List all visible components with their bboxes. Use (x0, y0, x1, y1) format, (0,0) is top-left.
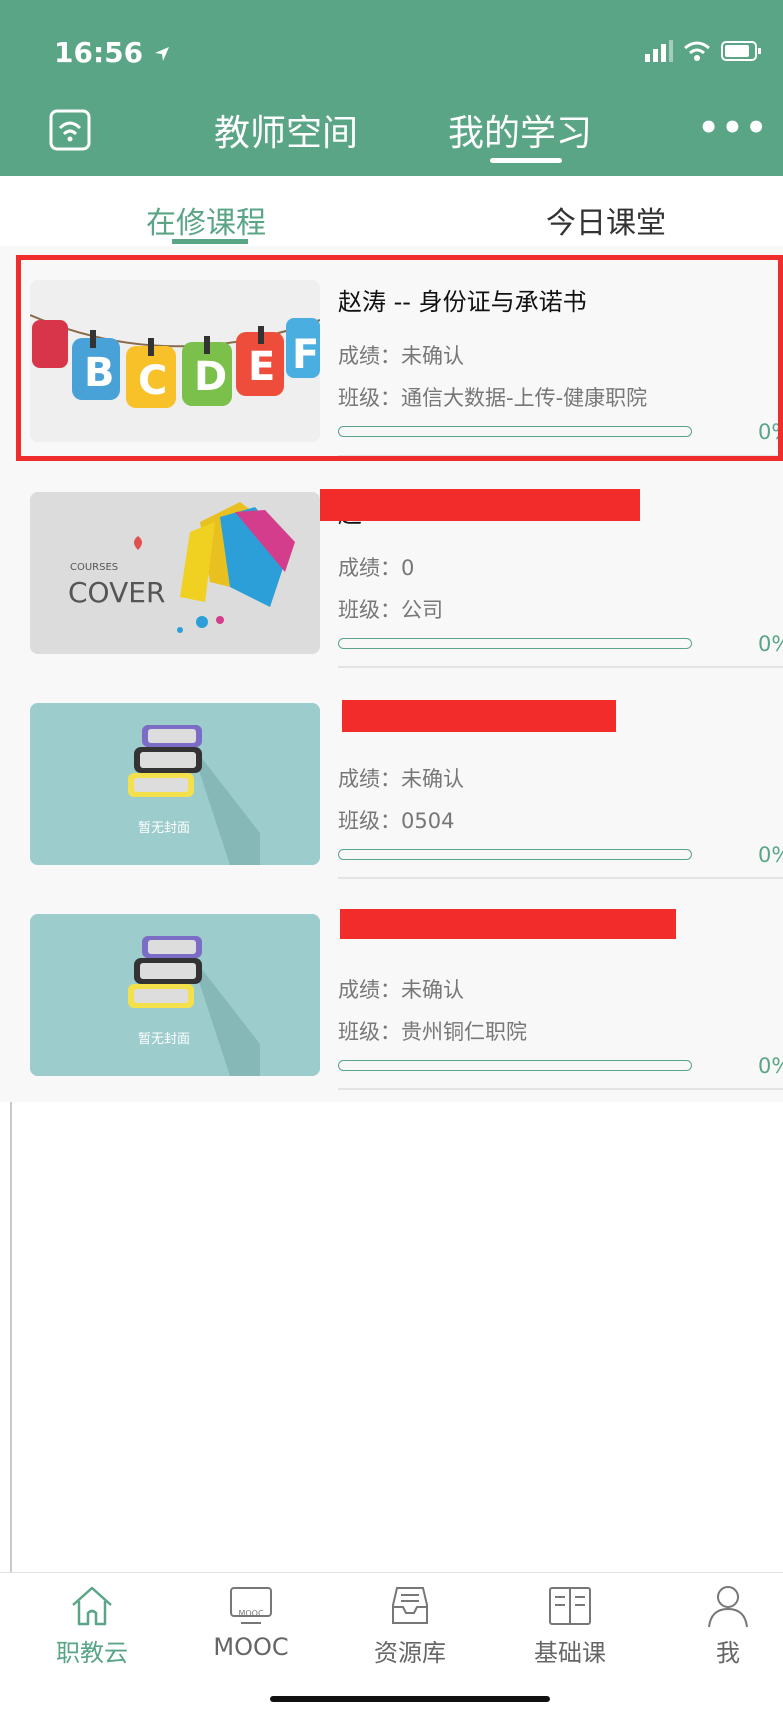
home-indicator (270, 1696, 550, 1702)
course-item[interactable]: 暂无封面 成绩：未确认 班级：0504 0% (0, 668, 783, 879)
book-icon (549, 1587, 591, 1625)
nav-basic-course-label: 基础课 (534, 1639, 606, 1667)
course-thumbnail: 暂无封面 (30, 703, 320, 865)
tab-teacher-space[interactable]: 教师空间 (214, 104, 358, 156)
status-indicators (645, 38, 765, 64)
inbox-icon (392, 1587, 428, 1624)
divider (338, 1088, 783, 1090)
course-thumbnail: COURSES COVER (30, 492, 320, 654)
course-item[interactable]: 暂无封面 成绩：未确认 班级：贵州铜仁职院 0% (0, 879, 783, 1090)
home-icon (72, 1586, 112, 1626)
nav-mooc-label: MOOC (213, 1633, 289, 1661)
course-grade: 成绩：未确认 (338, 767, 464, 791)
course-class: 班级：公司 (338, 598, 443, 622)
redaction-bar (320, 489, 640, 521)
nav-me[interactable]: 我 (658, 1583, 783, 1668)
signal-icon (645, 40, 673, 62)
user-icon (708, 1586, 748, 1628)
mooc-icon-text: MOOC (238, 1609, 264, 1618)
active-tab-indicator (490, 158, 562, 163)
books-icon (30, 914, 320, 1076)
battery-icon (721, 41, 761, 61)
bottom-nav: 职教云 MOOC MOOC 资源库 基础课 我 (0, 1572, 783, 1710)
mooc-icon (230, 1587, 272, 1624)
no-cover-caption: 暂无封面 (138, 821, 191, 836)
tab-my-study[interactable]: 我的学习 (448, 104, 592, 156)
scan-icon[interactable] (48, 108, 92, 152)
nav-me-label: 我 (716, 1639, 740, 1667)
status-time: 16:56 (54, 36, 171, 69)
nav-resources-label: 资源库 (374, 1639, 446, 1667)
books-icon (30, 703, 320, 865)
course-grade: 成绩：0 (338, 556, 415, 580)
course-grade: 成绩：未确认 (338, 978, 464, 1002)
nav-home[interactable]: 职教云 (22, 1583, 162, 1668)
redaction-bar (340, 909, 676, 939)
course-progress-percent: 0% (758, 1054, 783, 1078)
no-cover-caption: 暂无封面 (138, 1032, 191, 1047)
course-class: 班级：贵州铜仁职院 (338, 1020, 527, 1044)
nav-resources[interactable]: 资源库 (340, 1583, 480, 1668)
more-button[interactable]: ••• (698, 108, 769, 148)
redaction-bar (342, 700, 616, 732)
course-progress-bar (338, 849, 692, 860)
tab-current-courses[interactable]: 在修课程 (146, 198, 266, 242)
nav-basic-course[interactable]: 基础课 (500, 1583, 640, 1668)
tab-today-class[interactable]: 今日课堂 (546, 198, 666, 242)
location-arrow-icon (154, 47, 169, 61)
course-subtabs: 在修课程 今日课堂 (0, 176, 783, 247)
course-thumbnail: 暂无封面 (30, 914, 320, 1076)
subtab-indicator (172, 239, 248, 244)
courses-small-text: COURSES (70, 562, 119, 573)
courses-cover-image (30, 492, 320, 654)
course-progress-bar (338, 638, 692, 649)
course-class: 班级：0504 (338, 809, 455, 833)
wifi-icon (684, 41, 710, 61)
highlight-annotation (16, 255, 783, 461)
nav-home-label: 职教云 (56, 1639, 128, 1667)
course-item[interactable]: COURSES COVER 赵 成绩：0 班级：公司 0% (0, 457, 783, 668)
course-progress-percent: 0% (758, 632, 783, 656)
nav-mooc[interactable]: MOOC MOOC (181, 1583, 321, 1661)
app-header: 16:56 教师空间 我的学习 ••• (0, 0, 783, 176)
cover-text: COVER (68, 576, 166, 609)
course-progress-percent: 0% (758, 843, 783, 867)
course-progress-bar (338, 1060, 692, 1071)
